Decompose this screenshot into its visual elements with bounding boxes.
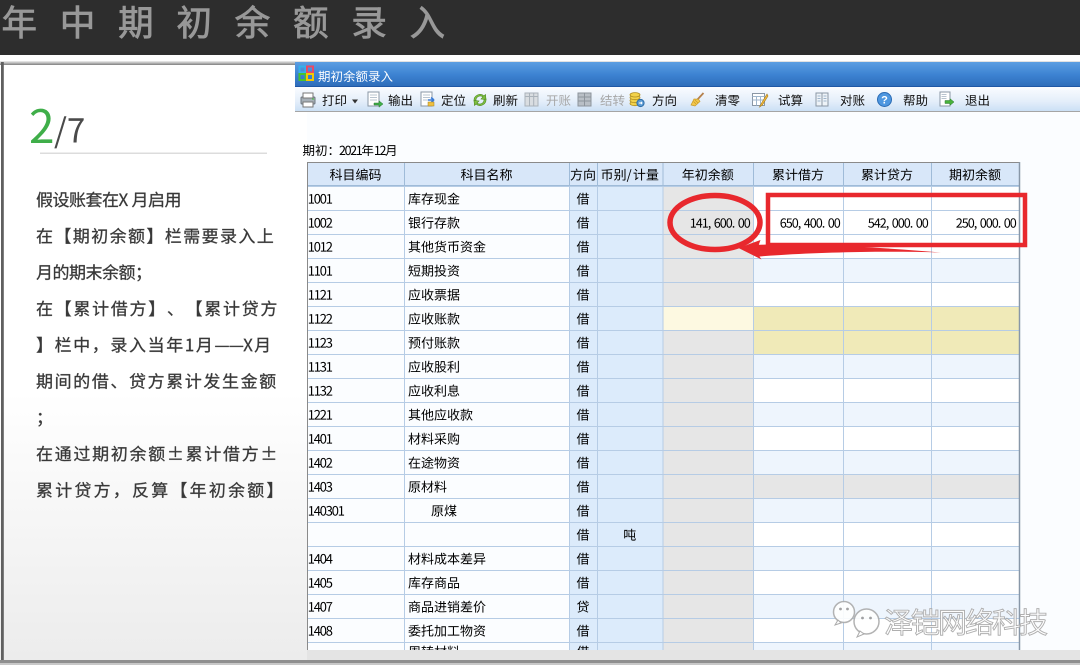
- svg-text:?: ?: [881, 95, 888, 107]
